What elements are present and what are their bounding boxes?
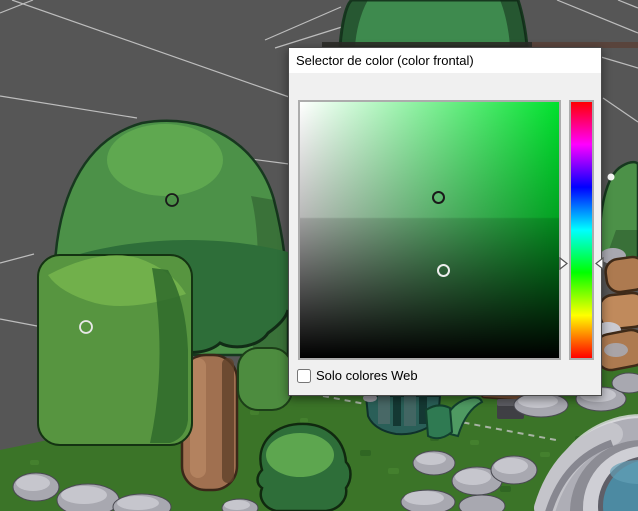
vertex-dot: [608, 174, 615, 181]
web-colors-label: Solo colores Web: [316, 368, 418, 383]
web-colors-row: Solo colores Web: [297, 368, 418, 383]
color-marker-lower[interactable]: [437, 264, 450, 277]
dialog-titlebar[interactable]: Selector de color (color frontal): [289, 48, 601, 73]
hue-arrow-right[interactable]: [595, 257, 604, 270]
cube-bush[interactable]: [38, 255, 192, 445]
can-spout: [426, 405, 452, 438]
small-bush[interactable]: [238, 348, 292, 410]
round-bush[interactable]: [258, 424, 351, 511]
color-marker-upper[interactable]: [432, 191, 445, 204]
dialog-title: Selector de color (color frontal): [296, 53, 474, 68]
foliage-highlight: [107, 124, 223, 196]
hue-arrow-left[interactable]: [559, 257, 568, 270]
saturation-value-square[interactable]: [298, 100, 561, 360]
trunk-shadow: [222, 358, 234, 483]
color-picker-dialog: Selector de color (color frontal) Solo c…: [288, 47, 602, 396]
viewport-3d[interactable]: Selector de color (color frontal) Solo c…: [0, 0, 638, 511]
web-colors-checkbox[interactable]: [297, 369, 311, 383]
hue-slider[interactable]: [569, 100, 594, 360]
